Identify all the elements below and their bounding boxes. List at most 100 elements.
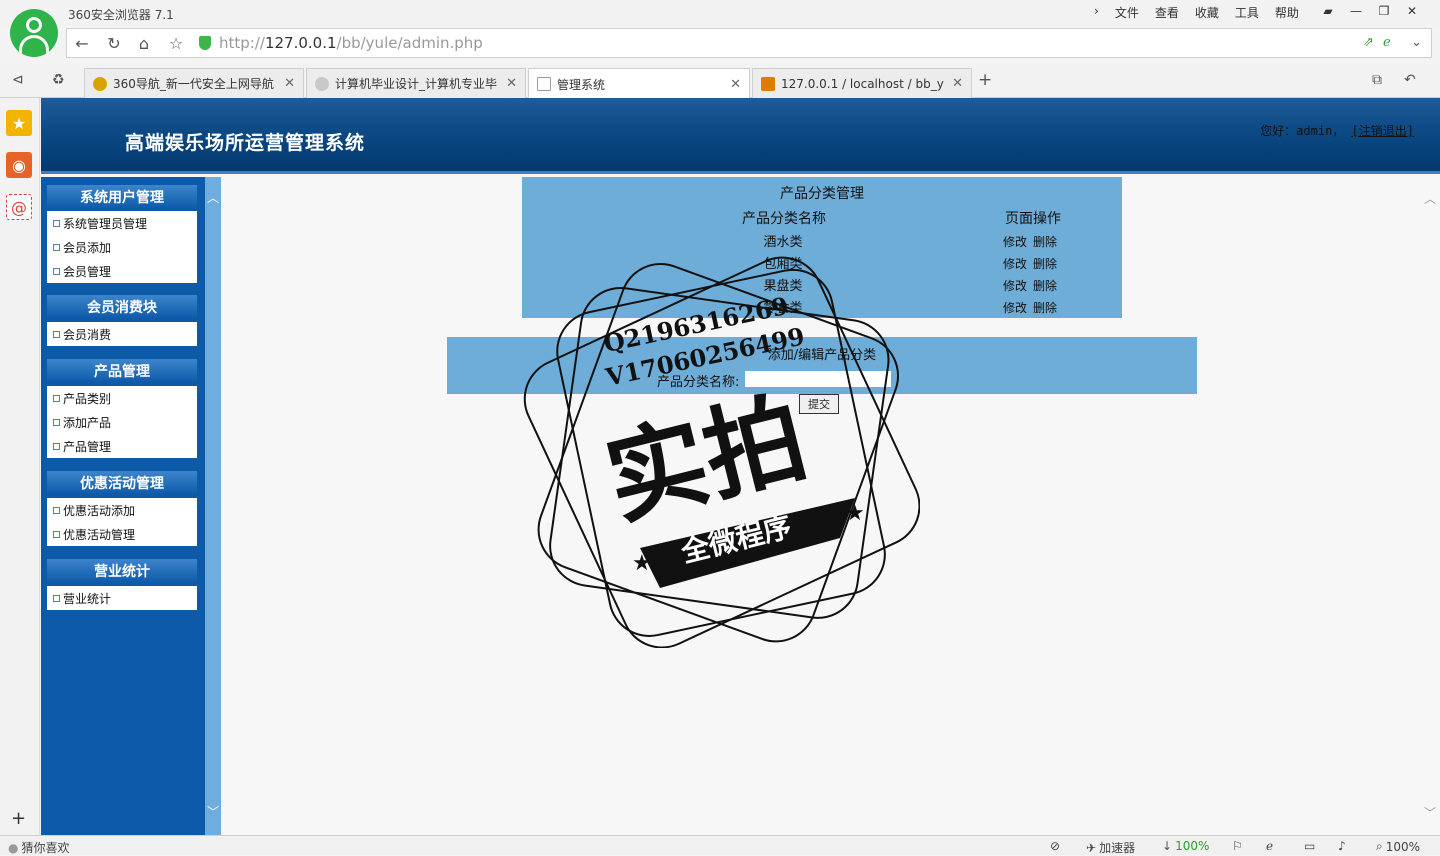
- url-host: 127.0.0.1: [264, 34, 337, 52]
- browser-titlebar: 360安全浏览器 7.1 › 文件 查看 收藏 工具 帮助 ▰ — ❐ ✕: [0, 0, 1440, 26]
- guess-you-like[interactable]: ● 猜你喜欢: [8, 839, 70, 856]
- edit-link[interactable]: 修改: [1003, 233, 1027, 250]
- page-scroll-up-icon[interactable]: ︿: [1424, 190, 1436, 207]
- security-shield-icon: [199, 36, 211, 50]
- refresh-icon[interactable]: ↻: [103, 33, 125, 53]
- tab-360-nav[interactable]: 360导航_新一代安全上网导航 ✕: [84, 68, 304, 98]
- scroll-down-icon[interactable]: ﹀: [207, 803, 219, 820]
- sidebar-scrollbar[interactable]: ︿ ﹀: [205, 177, 221, 835]
- menu-favorites[interactable]: 收藏: [1195, 4, 1219, 21]
- compat-mode-icon[interactable]: ℯ: [1383, 35, 1391, 50]
- rocket-icon: ✈: [1086, 840, 1097, 855]
- window-controls: ▰ — ❐ ✕: [1314, 0, 1426, 22]
- section-title-stats[interactable]: 营业统计: [47, 559, 197, 583]
- closed-tabs-icon[interactable]: ♻: [52, 72, 65, 88]
- section-title-consumption[interactable]: 会员消费块: [47, 295, 197, 319]
- category-name-input[interactable]: [745, 371, 891, 387]
- sidebar-item-product-category[interactable]: 产品类别: [47, 386, 197, 410]
- star-favorite-icon[interactable]: ☆: [165, 33, 187, 53]
- flag-icon[interactable]: ⚐: [1232, 839, 1243, 853]
- dot-icon: ●: [8, 840, 19, 855]
- close-tab-icon[interactable]: ✕: [284, 76, 295, 91]
- section-title-products[interactable]: 产品管理: [47, 359, 197, 383]
- edit-link[interactable]: 修改: [1003, 299, 1027, 316]
- download-percent: 100%: [1175, 839, 1210, 853]
- menu-tools[interactable]: 工具: [1235, 4, 1259, 21]
- category-name: 零食类: [763, 301, 803, 316]
- category-management-panel: 产品分类管理 产品分类名称 页面操作 酒水类 修改 删除 包厢类 修改 删除 果盘类…: [522, 177, 1122, 318]
- delete-link[interactable]: 删除: [1033, 277, 1057, 294]
- close-tab-icon[interactable]: ✕: [952, 76, 963, 91]
- maximize-button[interactable]: ❐: [1370, 0, 1398, 22]
- sound-icon[interactable]: ♪: [1338, 839, 1346, 853]
- menu-view[interactable]: 查看: [1155, 4, 1179, 21]
- window-icon[interactable]: ▭: [1304, 839, 1315, 853]
- delete-link[interactable]: 删除: [1033, 299, 1057, 316]
- phpmyadmin-icon: [761, 76, 775, 91]
- menu-file[interactable]: 文件: [1115, 4, 1139, 21]
- site-title: 高端娱乐场所运营管理系统: [125, 132, 366, 154]
- tab-phpmyadmin[interactable]: 127.0.0.1 / localhost / bb_y ✕: [752, 68, 972, 98]
- section-stats-list: 营业统计: [47, 586, 197, 610]
- chevron-down-icon[interactable]: ⌄: [1411, 35, 1422, 50]
- browser-menu: › 文件 查看 收藏 工具 帮助: [1094, 4, 1299, 21]
- new-tab-button[interactable]: +: [978, 70, 992, 90]
- accelerator-label: 加速器: [1099, 841, 1136, 855]
- sidebar-item-member-consume[interactable]: 会员消费: [47, 322, 197, 346]
- menu-arrow-icon[interactable]: ›: [1094, 4, 1099, 21]
- network-icon[interactable]: ⊘: [1050, 839, 1060, 853]
- section-title-promotions[interactable]: 优惠活动管理: [47, 471, 197, 495]
- menu-help[interactable]: 帮助: [1275, 4, 1299, 21]
- minimize-button[interactable]: —: [1342, 0, 1370, 22]
- delete-link[interactable]: 删除: [1033, 233, 1057, 250]
- ie-icon[interactable]: ℯ: [1266, 839, 1273, 853]
- zoom-control[interactable]: ⌕ 100%: [1376, 839, 1420, 854]
- tab-graduation-design[interactable]: 计算机毕业设计_计算机专业毕 ✕: [306, 68, 526, 98]
- section-title-users[interactable]: 系统用户管理: [47, 185, 197, 209]
- url-path: /bb/yule/admin.php: [336, 34, 483, 52]
- sidebar-item-member-add[interactable]: 会员添加: [47, 235, 197, 259]
- sidebar-item-business-stats[interactable]: 营业统计: [47, 586, 197, 610]
- submit-button[interactable]: 提交: [799, 394, 839, 414]
- url-input[interactable]: http://127.0.0.1/bb/yule/admin.php: [219, 34, 483, 52]
- favorites-star-icon[interactable]: ★: [6, 110, 32, 136]
- sidebar-item-product-manage[interactable]: 产品管理: [47, 434, 197, 458]
- close-tab-icon[interactable]: ✕: [730, 77, 741, 92]
- browser-sidebar: ★ ◉ @ +: [0, 98, 40, 835]
- share-icon[interactable]: ⇗: [1363, 35, 1374, 50]
- weibo-icon[interactable]: ◉: [6, 152, 32, 178]
- close-window-button[interactable]: ✕: [1398, 0, 1426, 22]
- download-status[interactable]: ↓ 100%: [1162, 839, 1209, 853]
- sidebar-item-member-manage[interactable]: 会员管理: [47, 259, 197, 283]
- close-tab-icon[interactable]: ✕: [506, 76, 517, 91]
- skin-icon[interactable]: ▰: [1314, 0, 1342, 22]
- user-avatar-icon[interactable]: [10, 9, 58, 57]
- scroll-up-icon[interactable]: ︿: [207, 189, 219, 206]
- category-name-label: 产品分类名称:: [657, 375, 740, 390]
- accelerator-button[interactable]: ✈ 加速器: [1086, 839, 1135, 856]
- panel-title: 添加/编辑产品分类: [767, 348, 877, 363]
- sidebar-item-promo-manage[interactable]: 优惠活动管理: [47, 522, 197, 546]
- edit-link[interactable]: 修改: [1003, 277, 1027, 294]
- page-scroll-down-icon[interactable]: ﹀: [1424, 804, 1436, 821]
- mail-icon[interactable]: @: [6, 194, 32, 220]
- zoom-level: 100%: [1385, 839, 1421, 854]
- back-arrow-icon[interactable]: ←: [71, 33, 93, 53]
- undo-close-icon[interactable]: ↶: [1404, 72, 1416, 88]
- sidebar-toggle-icon[interactable]: ⊲: [12, 72, 24, 88]
- delete-link[interactable]: 删除: [1033, 255, 1057, 272]
- tab-list-icon[interactable]: ⧉: [1372, 72, 1382, 88]
- sidebar-item-admin-manage[interactable]: 系统管理员管理: [47, 211, 197, 235]
- panel-title: 产品分类管理: [780, 186, 864, 202]
- add-sidebar-item-icon[interactable]: +: [11, 808, 26, 829]
- logout-link[interactable]: [注销退出]: [1352, 124, 1414, 138]
- sidebar-item-product-add[interactable]: 添加产品: [47, 410, 197, 434]
- column-header-ops: 页面操作: [1005, 211, 1061, 227]
- tab-admin-system[interactable]: 管理系统 ✕: [528, 68, 750, 99]
- row-ops: 修改 删除: [1003, 277, 1057, 294]
- sidebar-item-promo-add[interactable]: 优惠活动添加: [47, 498, 197, 522]
- home-icon[interactable]: ⌂: [133, 33, 155, 53]
- row-ops: 修改 删除: [1003, 299, 1057, 316]
- edit-category-panel: 添加/编辑产品分类 产品分类名称:: [447, 337, 1197, 394]
- edit-link[interactable]: 修改: [1003, 255, 1027, 272]
